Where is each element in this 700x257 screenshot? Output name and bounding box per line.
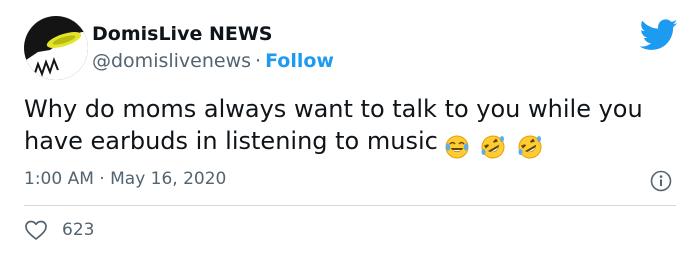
like-count: 623 xyxy=(62,220,95,240)
face-with-tears-of-joy-icon xyxy=(445,135,469,159)
info-icon[interactable] xyxy=(650,170,672,192)
rolling-on-floor-laughing-icon xyxy=(481,135,505,159)
author-block: DomisLive NEWS @domislivenews · Follow xyxy=(92,22,334,73)
tweet-time[interactable]: 1:00 AM xyxy=(24,169,94,189)
twitter-bird-icon[interactable] xyxy=(639,19,678,51)
author-handle[interactable]: @domislivenews xyxy=(92,50,251,72)
tweet-body: Why do moms always want to talk to you w… xyxy=(24,95,643,155)
like-row: 623 xyxy=(24,218,94,242)
author-display-name[interactable]: DomisLive NEWS xyxy=(92,22,334,46)
tweet-date[interactable]: May 16, 2020 xyxy=(110,169,226,189)
avatar[interactable] xyxy=(24,16,88,80)
handle-separator: · xyxy=(255,50,262,72)
tweet-emojis xyxy=(444,130,546,162)
timestamp-separator: · xyxy=(99,169,105,189)
follow-button[interactable]: Follow xyxy=(265,50,334,72)
rolling-on-floor-laughing-icon xyxy=(518,135,542,159)
tweet-text: Why do moms always want to talk to you w… xyxy=(24,93,664,162)
tweet-timestamp: 1:00 AM · May 16, 2020 xyxy=(24,167,226,191)
author-handle-line: @domislivenews · Follow xyxy=(92,49,334,73)
heart-outline-icon[interactable] xyxy=(24,219,48,241)
avatar-image xyxy=(24,16,88,80)
divider xyxy=(24,205,676,206)
